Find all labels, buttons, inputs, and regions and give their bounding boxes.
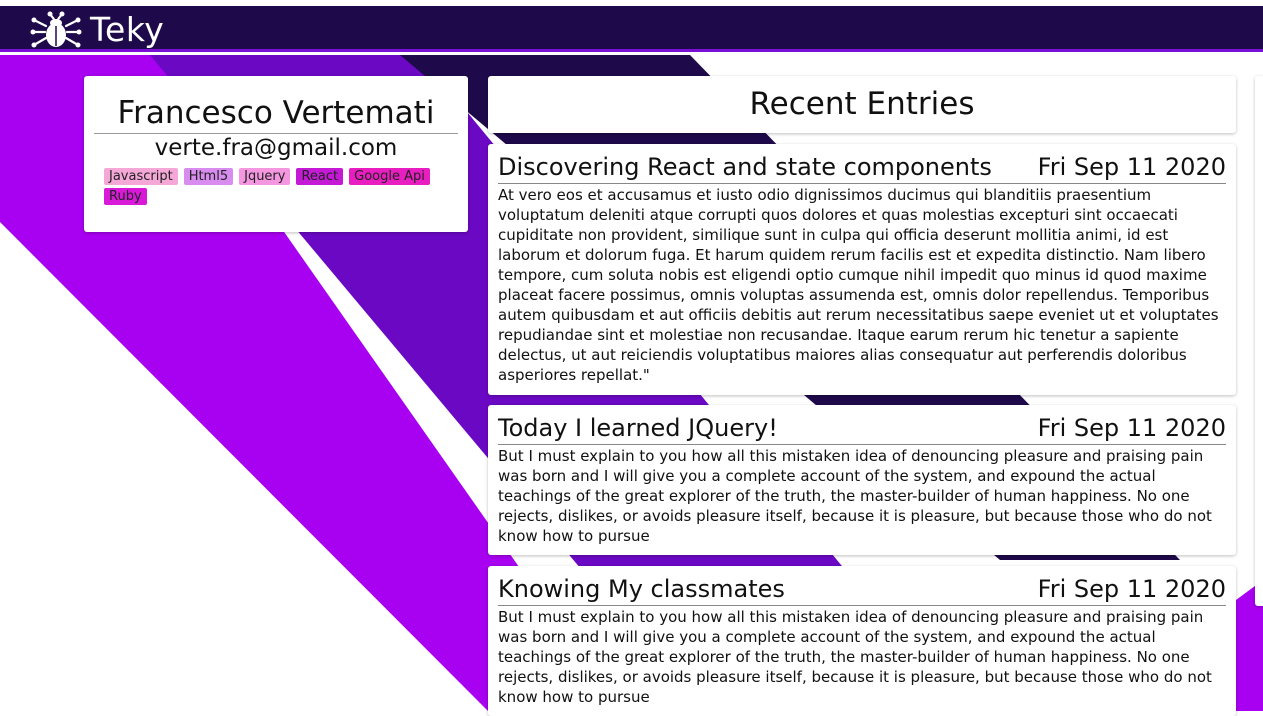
entry-date: Fri Sep 11 2020 <box>1037 414 1226 442</box>
entry-card: Knowing My classmates Fri Sep 11 2020 Bu… <box>488 566 1236 716</box>
entry-card: Today I learned JQuery! Fri Sep 11 2020 … <box>488 405 1236 555</box>
bug-icon <box>30 11 82 48</box>
tag-javascript: Javascript <box>104 168 178 185</box>
entry-date: Fri Sep 11 2020 <box>1037 153 1226 181</box>
entry-body: But I must explain to you how all this m… <box>498 447 1212 545</box>
tag-google-api: Google Api <box>349 168 430 185</box>
side-panel-card <box>1255 76 1263 606</box>
brand-link[interactable]: Teky <box>30 10 164 50</box>
entry-title[interactable]: Discovering React and state components <box>498 152 992 182</box>
tag-html5: Html5 <box>183 168 234 185</box>
app-name: Teky <box>90 10 165 49</box>
entry-card: Discovering React and state components F… <box>488 144 1236 395</box>
profile-email: verte.fra@gmail.com <box>154 135 398 161</box>
tag-jquery: Jquery <box>239 168 291 185</box>
skill-tags: Javascript Html5 Jquery React Google Api… <box>94 168 458 205</box>
entry-title[interactable]: Today I learned JQuery! <box>498 413 778 443</box>
entry-header: Discovering React and state components F… <box>498 152 1226 184</box>
top-navbar: Teky <box>0 0 1263 52</box>
profile-card: Francesco Vertemati verte.fra@gmail.com … <box>84 76 468 232</box>
entry-date: Fri Sep 11 2020 <box>1037 575 1226 603</box>
profile-name: Francesco Vertemati <box>94 94 458 134</box>
page-title: Recent Entries <box>749 86 975 122</box>
entry-body: At vero eos et accusamus et iusto odio d… <box>498 186 1219 384</box>
entry-title[interactable]: Knowing My classmates <box>498 574 785 604</box>
tag-ruby: Ruby <box>104 188 147 205</box>
entry-body: But I must explain to you how all this m… <box>498 608 1212 706</box>
navbar-background: Teky <box>0 6 1263 52</box>
recent-entries-header: Recent Entries <box>488 76 1236 133</box>
tag-react: React <box>296 168 344 185</box>
entry-header: Today I learned JQuery! Fri Sep 11 2020 <box>498 413 1226 445</box>
entry-header: Knowing My classmates Fri Sep 11 2020 <box>498 574 1226 606</box>
